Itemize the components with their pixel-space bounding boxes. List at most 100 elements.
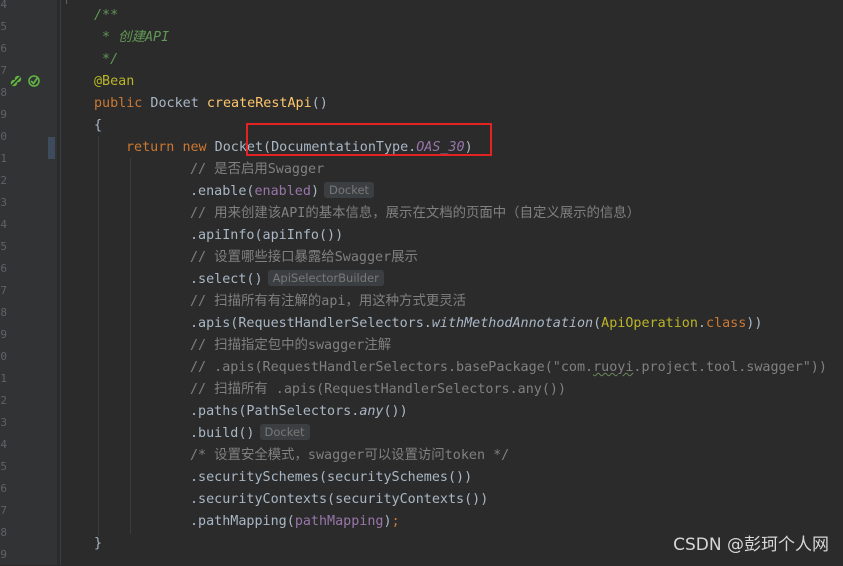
punctuation: ) [310, 184, 319, 199]
annotation: @Bean [94, 74, 135, 89]
bean-icon[interactable] [9, 74, 23, 88]
line-number: 1 [0, 372, 7, 385]
line-comment: .project.tool.swagger")) [633, 360, 827, 375]
code-line-23: .securityContexts(securityContexts()) [190, 489, 488, 511]
doc-comment: */ [94, 52, 119, 67]
line-comment: // 扫描所有有注解的api，用这种方式更灵活 [190, 294, 467, 309]
field: pathMapping [294, 514, 384, 529]
code-text: .select() [190, 272, 263, 287]
static-method: withMethodAnnotation [431, 316, 594, 331]
code-line-21: /* 设置安全模式，swagger可以设置访问token */ [190, 445, 509, 467]
code-text: .securityContexts(securityContexts()) [190, 492, 489, 507]
code-text: .build() [190, 426, 255, 441]
doc-comment: * 创建API [94, 30, 170, 45]
line-number: 5 [0, 460, 7, 473]
line-number: 2 [0, 174, 7, 187]
code-line-1: /** [94, 5, 118, 27]
line-comment: // 扫描所有 .apis(RequestHandlerSelectors.an… [190, 382, 567, 397]
type-name: Docket [142, 96, 207, 111]
punctuation: ( [593, 316, 602, 331]
code-line-15: .apis(RequestHandlerSelectors.withMethod… [190, 313, 762, 335]
gutter-divider [60, 0, 61, 565]
code-text: .pathMapping( [190, 514, 295, 529]
keyword: class [705, 316, 747, 331]
implement-icon[interactable] [27, 74, 41, 88]
code-line-4: @Bean [94, 71, 134, 93]
typo-word: ruoyi [593, 360, 634, 375]
annotation-class: ApiOperation [601, 316, 698, 331]
type-hint: ApiSelectorBuilder [267, 270, 384, 286]
line-number: 7 [0, 504, 7, 517]
line-comment: // 扫描指定包中的swagger注解 [190, 338, 392, 353]
code-line-16: // 扫描指定包中的swagger注解 [190, 335, 391, 357]
line-number: 6 [0, 42, 7, 55]
punctuation: ) [383, 514, 392, 529]
keyword: new [182, 140, 207, 155]
code-line-18: // 扫描所有 .apis(RequestHandlerSelectors.an… [190, 379, 566, 401]
line-number: 8 [0, 86, 7, 99]
line-number: 9 [0, 108, 7, 121]
line-number: 6 [0, 262, 7, 275]
indent-guide [130, 158, 131, 534]
code-text: .paths(PathSelectors. [190, 404, 360, 419]
line-comment: // .apis(RequestHandlerSelectors.basePac… [190, 360, 594, 375]
line-number: 5 [0, 240, 7, 253]
line-number: 3 [0, 416, 7, 429]
type-hint: Docket [259, 424, 310, 440]
punctuation: . [697, 316, 706, 331]
code-text: .enable( [190, 184, 255, 199]
punctuation: ()) [383, 404, 408, 419]
line-comment: // 是否启用Swagger [190, 162, 325, 177]
code-line-22: .securitySchemes(securitySchemes()) [190, 467, 472, 489]
method-name: createRestApi [206, 96, 312, 111]
code-line-2: * 创建API [94, 27, 169, 49]
line-comment: // 用来创建该API的基本信息，展示在文档的页面中（自定义展示的信息） [190, 206, 641, 221]
indent-guide [98, 136, 99, 536]
line-number: 4 [0, 438, 7, 451]
punctuation: )) [746, 316, 763, 331]
code-line-13: .select() ApiSelectorBuilder [190, 269, 384, 291]
keyword: public [94, 96, 143, 111]
caret-line-marker [48, 137, 55, 159]
code-line-12: // 设置哪些接口暴露给Swagger展示 [190, 247, 418, 269]
code-line-3: */ [94, 49, 118, 71]
line-number: 1 [0, 152, 7, 165]
semicolon: ; [391, 514, 400, 529]
code-line-6: { [94, 115, 102, 137]
block-comment: /* 设置安全模式，swagger可以设置访问token */ [190, 448, 510, 463]
line-number: 5 [0, 20, 7, 33]
highlight-annotation-box [246, 123, 492, 156]
line-number: 8 [0, 306, 7, 319]
code-line-10: // 用来创建该API的基本信息，展示在文档的页面中（自定义展示的信息） [190, 203, 640, 225]
code-line-8: // 是否启用Swagger [190, 159, 324, 181]
code-line-24: .pathMapping(pathMapping); [190, 511, 400, 533]
line-number: 0 [0, 350, 7, 363]
watermark: CSDN @彭珂个人网 [673, 535, 829, 555]
code-line-17: // .apis(RequestHandlerSelectors.basePac… [190, 357, 827, 379]
line-number: 7 [0, 284, 7, 297]
punctuation: () [311, 96, 328, 111]
code-line-20: .build() Docket [190, 423, 310, 445]
line-number: 4 [0, 218, 7, 231]
brace: { [94, 118, 103, 133]
line-number: 6 [0, 482, 7, 495]
code-text: .apis(RequestHandlerSelectors. [190, 316, 432, 331]
line-comment: // 设置哪些接口暴露给Swagger展示 [190, 250, 418, 265]
code-line-11: .apiInfo(apiInfo()) [190, 225, 343, 247]
brace: } [94, 536, 103, 551]
line-number: 3 [0, 196, 7, 209]
code-line-19: .paths(PathSelectors.any()) [190, 401, 408, 423]
code-line-14: // 扫描所有有注解的api，用这种方式更灵活 [190, 291, 466, 313]
line-number: 9 [0, 548, 7, 561]
line-number: 4 [0, 0, 7, 11]
code-line-25: } [94, 533, 102, 555]
code-text: .apiInfo(apiInfo()) [190, 228, 344, 243]
line-number: 2 [0, 394, 7, 407]
code-line-5: public Docket createRestApi() [94, 93, 328, 115]
line-number: 7 [0, 64, 7, 77]
line-number: 0 [0, 130, 7, 143]
type-hint: Docket [324, 182, 375, 198]
code-text: .securitySchemes(securitySchemes()) [190, 470, 473, 485]
code-line-9: .enable(enabled) Docket [190, 181, 375, 203]
line-number: 8 [0, 526, 7, 539]
